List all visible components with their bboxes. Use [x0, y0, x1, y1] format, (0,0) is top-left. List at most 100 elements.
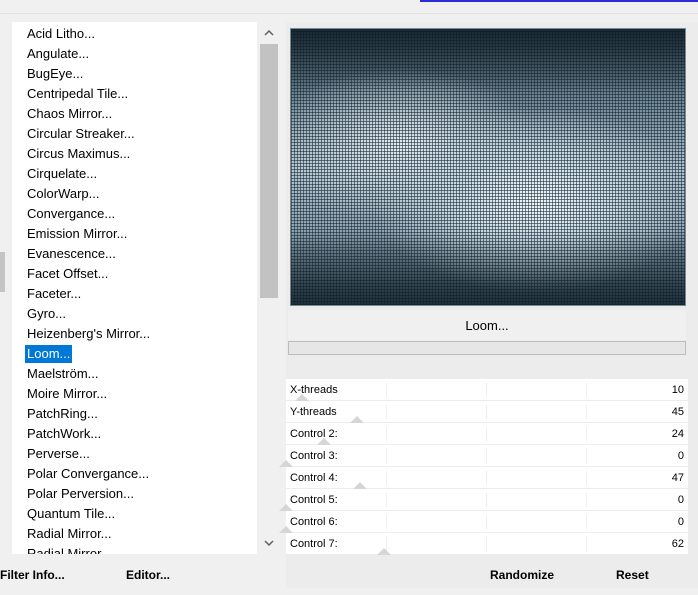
filter-list-item-label: Moire Mirror...: [27, 386, 108, 401]
filter-settings-panel: Loom... X-threads 10 Y-threads 45 Control 2:…: [279, 22, 698, 588]
slider-thumb[interactable]: [353, 482, 367, 489]
control-label: Control 6:: [290, 516, 338, 528]
filter-list-item[interactable]: Circus Maximus...: [12, 144, 257, 164]
control-value: 10: [671, 384, 684, 396]
slider-tick: [586, 471, 587, 485]
filter-list-item[interactable]: Radial Mirror...: [12, 524, 257, 544]
slider-tick: [586, 427, 587, 441]
control-value: 47: [671, 472, 684, 484]
filter-list-item-label: Polar Perversion...: [27, 486, 134, 501]
slider-tick: [486, 515, 487, 529]
slider-tick: [386, 405, 387, 419]
filter-list-item[interactable]: Evanescence...: [12, 244, 257, 264]
slider-tick: [586, 449, 587, 463]
filter-list-item-label: Facet Offset...: [27, 266, 109, 281]
scroll-thumb[interactable]: [260, 44, 278, 298]
filter-list-item[interactable]: Acid Litho...: [12, 24, 257, 44]
left-edge-handle: [0, 252, 5, 292]
scroll-down-button[interactable]: [257, 532, 281, 554]
control-value: 0: [677, 494, 684, 506]
filter-list-item-label: Faceter...: [27, 286, 82, 301]
filter-list-item[interactable]: Cirquelate...: [12, 164, 257, 184]
reset-button[interactable]: Reset: [616, 563, 649, 587]
filter-list-item[interactable]: PatchRing...: [12, 404, 257, 424]
filter-list-scrollbar[interactable]: [257, 22, 281, 554]
filter-list-item-label: Maelström...: [27, 366, 99, 381]
slider-tick: [386, 383, 387, 397]
filter-list-item[interactable]: Perverse...: [12, 444, 257, 464]
slider-thumb[interactable]: [279, 526, 293, 533]
filter-name-label: Loom...: [288, 310, 686, 340]
filter-list-item[interactable]: BugEye...: [12, 64, 257, 84]
filter-list-item[interactable]: Circular Streaker...: [12, 124, 257, 144]
filter-list-panel: Acid Litho... Angulate... BugEye... Centrip…: [12, 22, 281, 554]
control-slider-row[interactable]: Y-threads 45: [286, 401, 688, 423]
slider-tick: [386, 427, 387, 441]
filter-list-item[interactable]: Chaos Mirror...: [12, 104, 257, 124]
progress-bar: [288, 341, 686, 355]
slider-tick: [486, 405, 487, 419]
filter-list-item[interactable]: Moire Mirror...: [12, 384, 257, 404]
filter-list-item[interactable]: Heizenberg's Mirror...: [12, 324, 257, 344]
filter-list-item[interactable]: ColorWarp...: [12, 184, 257, 204]
control-slider-row[interactable]: Control 5: 0: [279, 489, 688, 511]
control-slider-row[interactable]: Control 4: 47: [286, 467, 688, 489]
filter-list-item-label: Angulate...: [27, 46, 90, 61]
control-slider-row[interactable]: X-threads 10: [286, 379, 688, 401]
filter-list-item[interactable]: Faceter...: [12, 284, 257, 304]
filter-list-item[interactable]: Polar Convergance...: [12, 464, 257, 484]
filter-list-item-label: Radial Mirror...: [27, 526, 112, 541]
filter-list-item[interactable]: PatchWork...: [12, 424, 257, 444]
slider-tick: [586, 493, 587, 507]
control-slider-row[interactable]: Control 3: 0: [279, 445, 688, 467]
filter-list-item-label: Loom...: [25, 345, 73, 363]
filter-list-item[interactable]: Emission Mirror...: [12, 224, 257, 244]
control-slider-row[interactable]: Control 7: 62: [286, 533, 688, 555]
slider-thumb[interactable]: [317, 438, 331, 445]
filter-list-item-label: Heizenberg's Mirror...: [27, 326, 151, 341]
filter-list-item-label: Cirquelate...: [27, 166, 98, 181]
slider-thumb[interactable]: [295, 394, 309, 401]
filter-list-item-label: Gyro...: [27, 306, 67, 321]
top-accent-bar: [420, 0, 698, 2]
filter-list-item[interactable]: Radial Mirror...: [12, 544, 257, 554]
control-label: Control 7:: [290, 538, 338, 550]
slider-tick: [486, 427, 487, 441]
filter-list-item[interactable]: Polar Perversion...: [12, 484, 257, 504]
slider-thumb[interactable]: [279, 460, 293, 467]
filter-list-item[interactable]: Quantum Tile...: [12, 504, 257, 524]
control-label: Y-threads: [290, 406, 337, 418]
control-slider-row[interactable]: Control 2: 24: [286, 423, 688, 445]
right-button-bar: Randomize Reset: [286, 563, 698, 587]
top-strip: [0, 0, 698, 14]
editor-button[interactable]: Editor...: [126, 563, 170, 587]
slider-thumb[interactable]: [350, 416, 364, 423]
slider-thumb[interactable]: [377, 548, 391, 555]
slider-tick: [586, 537, 587, 551]
filter-list-item[interactable]: Facet Offset...: [12, 264, 257, 284]
controls-list: X-threads 10 Y-threads 45 Control 2: 24 Contro…: [279, 379, 688, 555]
slider-tick: [586, 405, 587, 419]
preview-image: [290, 28, 686, 306]
filter-list-item[interactable]: Convergance...: [12, 204, 257, 224]
filter-list-item[interactable]: Centripedal Tile...: [12, 84, 257, 104]
randomize-button[interactable]: Randomize: [490, 563, 554, 587]
filter-list-item-label: Convergance...: [27, 206, 116, 221]
slider-tick: [386, 449, 387, 463]
control-value: 24: [671, 428, 684, 440]
filter-list-item[interactable]: Angulate...: [12, 44, 257, 64]
filter-list-item[interactable]: Loom...: [12, 344, 257, 364]
slider-tick: [486, 383, 487, 397]
slider-thumb[interactable]: [279, 504, 293, 511]
filter-list-item-label: Centripedal Tile...: [27, 86, 129, 101]
slider-tick: [586, 383, 587, 397]
control-label: Control 3:: [290, 450, 338, 462]
filter-list-item-label: ColorWarp...: [27, 186, 100, 201]
filter-list-item[interactable]: Gyro...: [12, 304, 257, 324]
filter-info-button[interactable]: Filter Info...: [0, 563, 65, 587]
control-slider-row[interactable]: Control 6: 0: [279, 511, 688, 533]
slider-tick: [486, 493, 487, 507]
scroll-up-button[interactable]: [257, 22, 281, 44]
filter-list-item-label: BugEye...: [27, 66, 84, 81]
filter-list-item[interactable]: Maelström...: [12, 364, 257, 384]
